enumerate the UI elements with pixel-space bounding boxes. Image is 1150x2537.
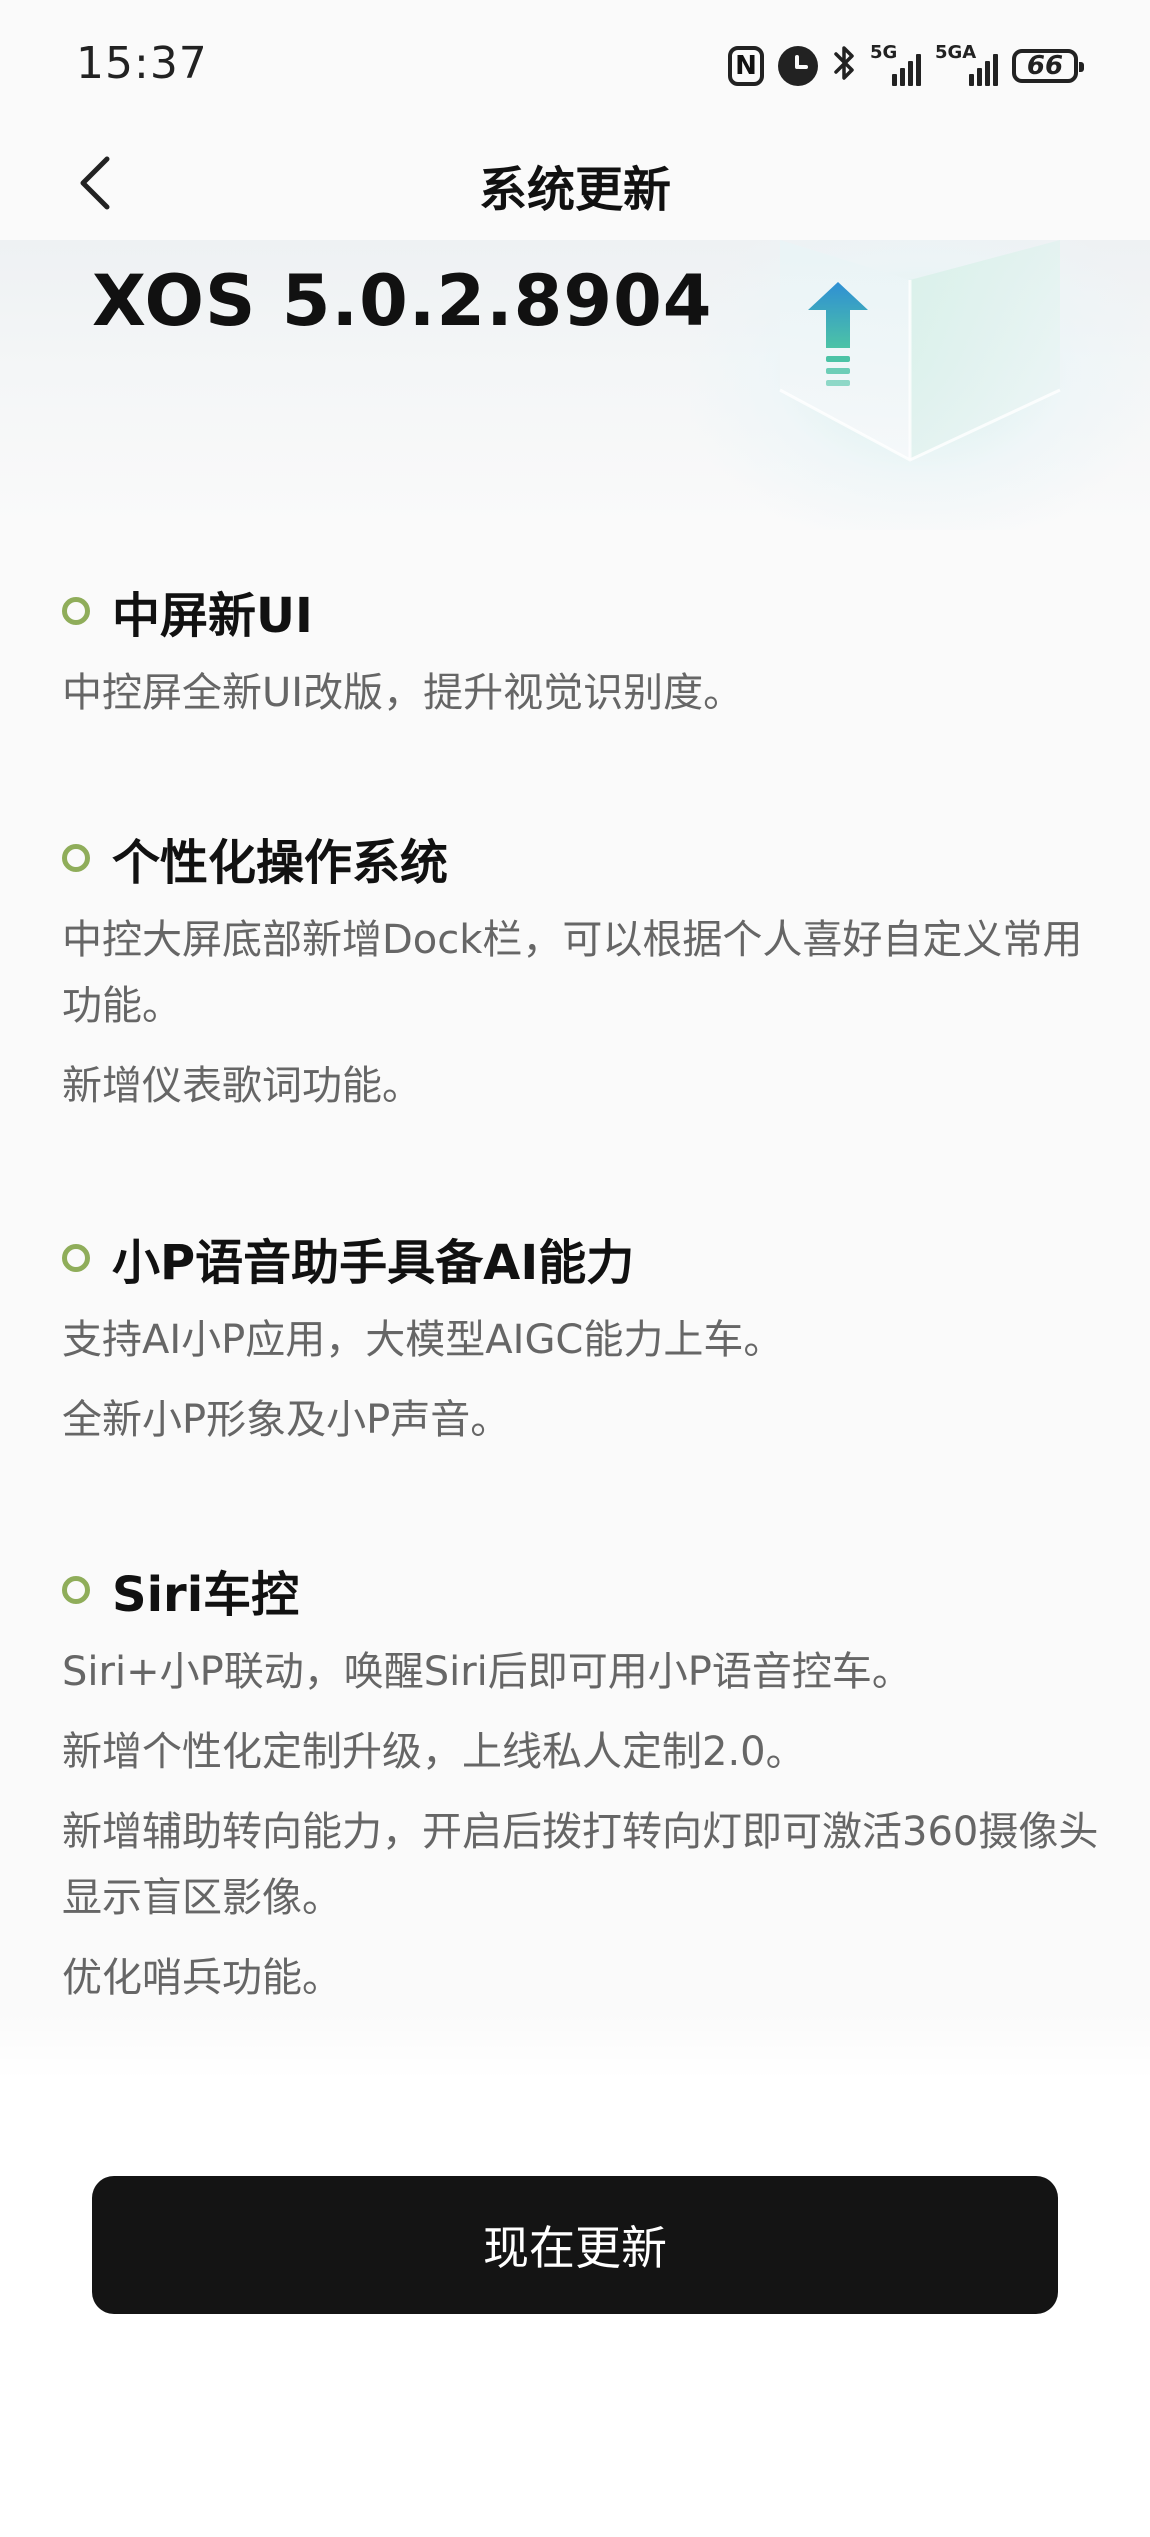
release-note-item: 新增仪表歌词功能。 <box>62 1063 422 1109</box>
hero-banner: XOS 5.0.2.8904 <box>0 240 1150 530</box>
system-update-screen: 15:37 N 5G 5GA 66 系统更新 XOS 5.0.2.8904 中屏… <box>0 0 1150 2537</box>
upgrade-cube-icon <box>779 240 1061 462</box>
release-note-item: 中控屏全新UI改版，提升视觉识别度。 <box>62 670 744 716</box>
alarm-icon <box>778 46 818 86</box>
section-title: 中屏新UI <box>112 588 313 644</box>
release-notes: 中屏新UI 中控屏全新UI改版，提升视觉识别度。 个性化操作系统 中控大屏底部新… <box>0 530 1150 2075</box>
section-personalized-os: 个性化操作系统 中控大屏底部新增Dock栏，可以根据个人喜好自定义常用功能。 新… <box>62 823 1102 1119</box>
bullet-icon <box>62 1244 90 1272</box>
bullet-icon <box>62 597 90 625</box>
signal-5g-icon: 5G <box>870 42 921 86</box>
release-note-item: 支持AI小P应用，大模型AIGC能力上车。 <box>62 1317 784 1363</box>
bullet-icon <box>62 1576 90 1604</box>
scroll-fade <box>0 2010 1150 2080</box>
section-center-screen-ui: 中屏新UI 中控屏全新UI改版，提升视觉识别度。 <box>62 576 1102 726</box>
release-note-item: 全新小P形象及小P声音。 <box>62 1397 511 1443</box>
section-title: 个性化操作系统 <box>112 835 449 891</box>
version-number: XOS 5.0.2.8904 <box>92 260 713 342</box>
page-title: 系统更新 <box>478 162 671 218</box>
section-voice-assistant-ai: 小P语音助手具备AI能力 支持AI小P应用，大模型AIGC能力上车。 全新小P形… <box>62 1223 1102 1453</box>
signal-5ga-icon: 5GA <box>935 42 998 86</box>
status-time: 15:37 <box>76 38 208 89</box>
release-note-item: 新增个性化定制升级，上线私人定制2.0。 <box>62 1729 806 1775</box>
battery-icon: 66 <box>1012 49 1084 83</box>
release-note-item: 新增辅助转向能力，开启后拨打转向灯即可激活360摄像头显示盲区影像。 <box>62 1809 1099 1921</box>
release-note-item: 优化哨兵功能。 <box>62 1955 342 2001</box>
status-bar: 15:37 N 5G 5GA 66 <box>0 0 1150 130</box>
bluetooth-icon <box>832 43 856 90</box>
section-title: 小P语音助手具备AI能力 <box>112 1235 635 1291</box>
status-icons: N 5G 5GA 66 <box>728 42 1084 90</box>
section-siri-car-control: Siri车控 Siri+小P联动，唤醒Siri后即可用小P语音控车。 新增个性化… <box>62 1555 1102 2011</box>
release-note-item: Siri+小P联动，唤醒Siri后即可用小P语音控车。 <box>62 1649 912 1695</box>
nav-bar: 系统更新 <box>0 130 1150 240</box>
release-note-item: 中控大屏底部新增Dock栏，可以根据个人喜好自定义常用功能。 <box>62 917 1083 1029</box>
bullet-icon <box>62 844 90 872</box>
nfc-icon: N <box>728 46 764 86</box>
section-title: Siri车控 <box>112 1567 300 1623</box>
battery-level: 66 <box>1026 51 1064 81</box>
bottom-action-area: 现在更新 <box>0 2078 1150 2537</box>
update-now-button[interactable]: 现在更新 <box>92 2176 1058 2314</box>
